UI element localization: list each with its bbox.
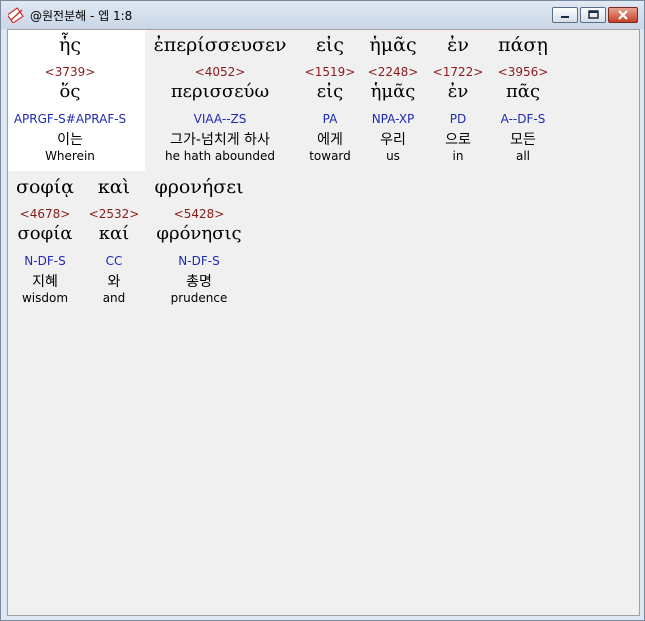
greek-word: πάσῃ	[498, 34, 548, 56]
minimize-button[interactable]	[552, 7, 578, 23]
word-column[interactable]: σοφίᾳ <4678> σοφία N-DF-S 지혜 wisdom	[10, 172, 80, 313]
english-gloss: wisdom	[21, 291, 69, 305]
parse-code[interactable]: CC	[88, 254, 140, 268]
strong-number[interactable]: <2248>	[362, 65, 424, 79]
app-icon	[8, 7, 24, 23]
english-gloss: us	[386, 149, 400, 163]
korean-gloss: 총명	[186, 274, 212, 290]
lemma-word: ἐν	[447, 81, 469, 102]
korean-gloss: 우리	[380, 132, 406, 148]
title-bar[interactable]: @원전분해 - 엡 1:8	[1, 1, 644, 29]
english-gloss: in	[452, 149, 464, 163]
maximize-icon	[588, 10, 599, 19]
strong-number[interactable]: <2532>	[88, 207, 140, 221]
korean-gloss: 그가-넘치게 하사	[170, 132, 270, 148]
word-column[interactable]: εἰς <1519> εἰς PA 에게 toward	[303, 30, 357, 171]
close-icon	[618, 10, 628, 20]
greek-word: εἰς	[316, 34, 344, 56]
english-gloss: all	[515, 149, 531, 163]
strong-number[interactable]: <5428>	[144, 207, 254, 221]
strong-number[interactable]: <3956>	[488, 65, 558, 79]
word-column[interactable]: καὶ <2532> καί CC 와 and	[88, 172, 140, 313]
korean-gloss: 에게	[317, 132, 343, 148]
parse-code[interactable]: PA	[303, 112, 357, 126]
strong-number[interactable]: <4678>	[10, 207, 80, 221]
greek-word: σοφίᾳ	[16, 176, 74, 198]
word-column[interactable]: ἐπερίσσευσεν <4052> περισσεύω VIAA--ZS 그…	[144, 30, 296, 171]
strong-number[interactable]: <1722>	[432, 65, 484, 79]
window-controls	[550, 7, 638, 25]
korean-gloss: 지혜	[32, 274, 58, 290]
word-column[interactable]: ἡμᾶς <2248> ἡμᾶς NPA-XP 우리 us	[362, 30, 424, 171]
greek-word: ἐν	[447, 34, 469, 56]
maximize-button[interactable]	[580, 7, 606, 23]
close-button[interactable]	[608, 7, 638, 23]
parse-code[interactable]: N-DF-S	[144, 254, 254, 268]
english-gloss: toward	[309, 149, 351, 163]
window-title: @원전분해 - 엡 1:8	[30, 9, 133, 23]
parse-code[interactable]: A--DF-S	[488, 112, 558, 126]
lemma-word: καί	[98, 223, 130, 244]
english-gloss: he hath abounded	[164, 149, 276, 163]
lemma-word: φρόνησις	[156, 223, 242, 244]
parse-code[interactable]: PD	[432, 112, 484, 126]
parse-code[interactable]: VIAA--ZS	[144, 112, 296, 126]
lemma-word: πᾶς	[505, 81, 541, 102]
korean-gloss: 이는	[57, 132, 83, 148]
interlinear-panel: ἧς <3739> ὅς APRGF-S#APRAF-S 이는 Wherein …	[7, 29, 640, 616]
lemma-word: σοφία	[17, 223, 73, 244]
parse-code[interactable]: NPA-XP	[362, 112, 424, 126]
english-gloss: prudence	[170, 291, 228, 305]
korean-gloss: 모든	[510, 132, 536, 148]
word-column[interactable]: πάσῃ <3956> πᾶς A--DF-S 모든 all	[488, 30, 558, 171]
lemma-word: ἡμᾶς	[370, 81, 416, 102]
greek-word: ἐπερίσσευσεν	[153, 34, 287, 56]
greek-word: καὶ	[97, 176, 131, 198]
strong-number[interactable]: <3739>	[10, 65, 130, 79]
greek-word: ἧς	[58, 34, 82, 56]
strong-number[interactable]: <4052>	[144, 65, 296, 79]
greek-word: ἡμᾶς	[369, 34, 417, 56]
korean-gloss: 와	[107, 274, 121, 290]
lemma-word: εἰς	[316, 81, 344, 102]
word-column[interactable]: ἧς <3739> ὅς APRGF-S#APRAF-S 이는 Wherein	[10, 30, 130, 171]
parse-code[interactable]: APRGF-S#APRAF-S	[10, 112, 130, 126]
english-gloss: Wherein	[45, 149, 95, 163]
lemma-word: περισσεύω	[170, 81, 270, 102]
korean-gloss: 으로	[445, 132, 471, 148]
word-column[interactable]: ἐν <1722> ἐν PD 으로 in	[432, 30, 484, 171]
minimize-icon	[561, 16, 569, 18]
app-window: @원전분해 - 엡 1:8 ἧς <3739> ὅς APRGF-S#APRAF…	[0, 0, 645, 621]
strong-number[interactable]: <1519>	[303, 65, 357, 79]
parse-code[interactable]: N-DF-S	[10, 254, 80, 268]
greek-word: φρονήσει	[154, 176, 244, 198]
word-column[interactable]: φρονήσει <5428> φρόνησις N-DF-S 총명 prude…	[144, 172, 254, 313]
lemma-word: ὅς	[59, 81, 81, 102]
english-gloss: and	[102, 291, 126, 305]
